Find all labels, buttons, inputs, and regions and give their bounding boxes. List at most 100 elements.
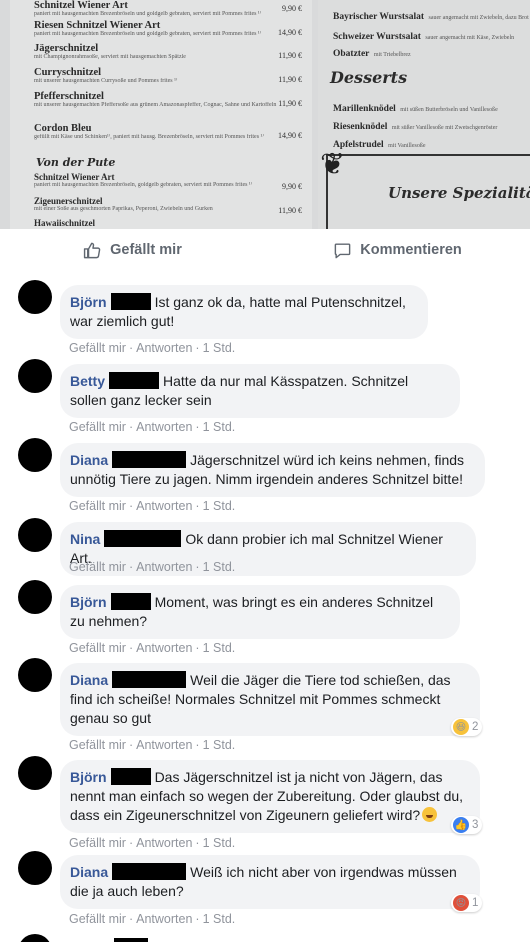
comment-reply-link[interactable]: Antworten — [136, 738, 192, 752]
comment-timestamp[interactable]: 1 Std. — [203, 420, 236, 434]
avatar[interactable] — [18, 580, 52, 614]
thumbs-up-icon — [84, 242, 101, 258]
comment-bubble: Björn Ist ganz ok da, hatte mal Putenschn… — [60, 285, 428, 339]
reaction-summary[interactable]: 👍 3 — [451, 816, 483, 834]
meta-separator: · — [128, 341, 134, 355]
avatar[interactable] — [18, 518, 52, 552]
avatar[interactable] — [18, 934, 52, 942]
meta-separator: · — [195, 738, 200, 752]
menu-item-desc: mit Triebelbrez — [373, 52, 411, 58]
comment-reply-link[interactable]: Antworten — [136, 420, 192, 434]
menu-item: Zigeunerschnitzel mit einer Soße aus ges… — [34, 196, 302, 215]
comment-timestamp[interactable]: 1 Std. — [203, 341, 236, 355]
menu-item-desc: mit unserer hausgemachten Currysoße und … — [34, 78, 178, 84]
comment-bubble: Björn Das Jägerschnitzel ist ja nicht von… — [60, 760, 480, 833]
reaction-count: 2 — [472, 721, 479, 733]
like-button-label: Gefällt mir — [110, 242, 182, 258]
redacted-name — [112, 451, 187, 468]
meta-separator: · — [195, 560, 200, 574]
menu-item-price: 9,90 € — [282, 182, 302, 191]
avatar[interactable] — [18, 851, 52, 885]
like-reaction-icon: 👍 — [453, 817, 469, 833]
reaction-summary[interactable]: 😡 1 — [451, 894, 483, 912]
menu-item: Riesenknödel mit süßer Vanillesoße mit Z… — [333, 116, 530, 134]
comment-bubble: Diana Weil die Jäger die Tiere tod schieß… — [60, 663, 480, 736]
avatar[interactable] — [18, 438, 52, 472]
comment-timestamp[interactable]: 1 Std. — [203, 738, 236, 752]
reaction-count: 3 — [472, 819, 479, 831]
comment-like-link[interactable]: Gefällt mir — [69, 341, 126, 355]
menu-item-price: 11,90 € — [278, 99, 302, 108]
meta-separator: · — [195, 499, 200, 513]
like-button[interactable]: Gefällt mir — [0, 229, 265, 271]
comment-reply-link[interactable]: Antworten — [136, 912, 192, 926]
comment-timestamp[interactable]: 1 Std. — [203, 912, 236, 926]
comment-like-link[interactable]: Gefällt mir — [69, 420, 126, 434]
meta-separator: · — [195, 641, 200, 655]
menu-item-name: Jägerschnitzel — [34, 43, 99, 54]
avatar[interactable] — [18, 756, 52, 790]
meta-separator: · — [128, 912, 134, 926]
comment-bubble: Björn Moment, was bringt es ein anderes S… — [60, 585, 460, 639]
comment-timestamp[interactable]: 1 Std. — [203, 641, 236, 655]
haha-reaction-icon: 😆 — [453, 719, 469, 735]
comment-reply-link[interactable]: Antworten — [136, 641, 192, 655]
comment-like-link[interactable]: Gefällt mir — [69, 560, 126, 574]
comment-timestamp[interactable]: 1 Std. — [203, 560, 236, 574]
menu-item-desc: mit Vanillesoße — [388, 143, 426, 149]
comment-author[interactable]: Björn — [70, 294, 107, 310]
avatar[interactable] — [18, 280, 52, 314]
meta-separator: · — [195, 836, 200, 850]
reaction-summary[interactable]: 😆 2 — [451, 718, 483, 736]
menu-item: Schnitzel Wiener Art paniert mit hausgem… — [34, 172, 302, 191]
menu-item-desc: mit Champignonrahmsoße, serviert mit hau… — [34, 54, 186, 60]
comment-author[interactable]: Diana — [70, 452, 108, 468]
menu-item: Bayrischer Wurstsalat sauer angemacht mi… — [333, 6, 530, 24]
comment-button[interactable]: Kommentieren — [265, 229, 530, 271]
comment-author[interactable]: Betty — [70, 373, 105, 389]
comment-timestamp[interactable]: 1 Std. — [203, 836, 236, 850]
menu-item-name: Marillenknödel — [333, 104, 396, 114]
comment-reply-link[interactable]: Antworten — [136, 341, 192, 355]
redacted-name — [110, 293, 151, 310]
comment-like-link[interactable]: Gefällt mir — [69, 912, 126, 926]
menu-item-desc: gefüllt mit Käse und Schinken¹⁾, paniert… — [34, 134, 264, 140]
comment-meta: Gefällt mir · Antworten · 1 Std. — [69, 560, 235, 574]
comment-like-link[interactable]: Gefällt mir — [69, 499, 126, 513]
avatar[interactable] — [18, 658, 52, 692]
comment-like-link[interactable]: Gefällt mir — [69, 738, 126, 752]
comment-timestamp[interactable]: 1 Std. — [203, 499, 236, 513]
comment-meta: Gefällt mir · Antworten · 1 Std. — [69, 912, 235, 926]
post-action-bar: Gefällt mir Kommentieren — [0, 229, 530, 271]
redacted-name — [112, 671, 187, 688]
comment-bubble-icon — [334, 242, 351, 258]
comment-author[interactable]: Diana — [70, 672, 108, 688]
comment-reply-link[interactable]: Antworten — [136, 560, 192, 574]
menu-item: Hawaiischnitzel — [34, 218, 302, 228]
comment-reply-link[interactable]: Antworten — [136, 499, 192, 513]
menu-item: Apfelstrudel mit Vanillesoße — [333, 134, 530, 152]
comment-like-link[interactable]: Gefällt mir — [69, 836, 126, 850]
comment-author[interactable]: Diana — [70, 864, 108, 880]
comment-author[interactable]: Nina — [70, 531, 100, 547]
comment-meta: Gefällt mir · Antworten · 1 Std. — [69, 641, 235, 655]
avatar[interactable] — [18, 359, 52, 393]
menu-item-name: Bayrischer Wurstsalat — [333, 12, 425, 22]
comment-meta: Gefällt mir · Antworten · 1 Std. — [69, 499, 235, 513]
menu-item: Marillenknödel mit süßen Butterbröseln u… — [333, 98, 530, 116]
menu-item-name: Pfefferschnitzel — [34, 91, 104, 102]
comment-author[interactable]: Björn — [70, 594, 107, 610]
menu-photo[interactable]: Schnitzel Wiener Art paniert mit hausgem… — [0, 0, 530, 229]
grinning-sweat-emoji-icon — [422, 807, 438, 822]
redacted-name — [112, 863, 187, 880]
menu-item-desc: mit einer Soße aus geschmorten Paprikas,… — [34, 206, 213, 212]
meta-separator: · — [128, 738, 134, 752]
menu-item-price: 9,90 € — [282, 4, 302, 13]
comment-author[interactable]: Björn — [70, 769, 107, 785]
menu-item-name: Schweizer Wurstsalat — [333, 32, 421, 42]
menu-item-desc: sauer angemacht mit Zwiebeln, dazu Brot — [428, 15, 529, 21]
redacted-name — [110, 768, 151, 785]
comment-reply-link[interactable]: Antworten — [136, 836, 192, 850]
menu-item-name: Obatzter — [333, 49, 370, 59]
comment-like-link[interactable]: Gefällt mir — [69, 641, 126, 655]
